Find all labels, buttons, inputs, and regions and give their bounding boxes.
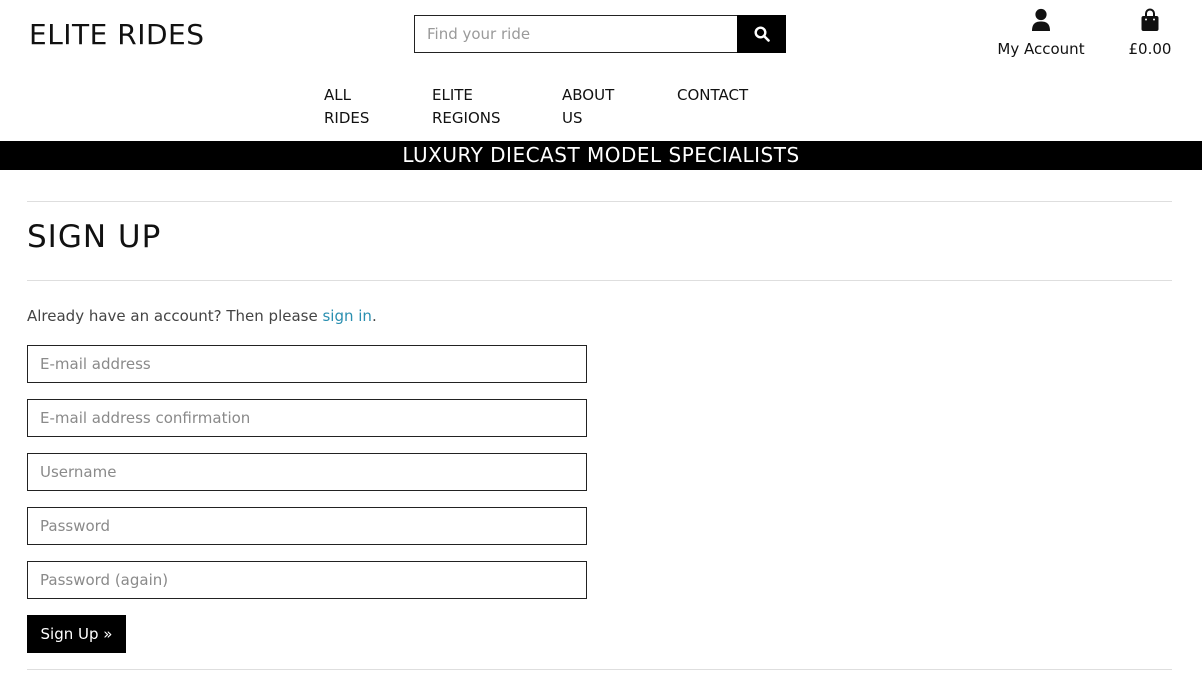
divider	[27, 669, 1172, 670]
nav-all-rides[interactable]: ALL RIDES	[324, 84, 384, 130]
nav-contact-line1: CONTACT	[677, 86, 749, 104]
email-field[interactable]	[27, 345, 587, 383]
bag-total: £0.00	[1128, 40, 1172, 58]
sign-up-button[interactable]: Sign Up »	[27, 615, 126, 653]
my-account-label: My Account	[997, 40, 1085, 58]
search-input[interactable]	[414, 15, 737, 53]
shopping-bag-link[interactable]: £0.00	[1124, 8, 1176, 58]
password-field[interactable]	[27, 507, 587, 545]
nav-elite-regions-line2: REGIONS	[432, 109, 501, 127]
nav-elite-regions[interactable]: ELITE REGIONS	[432, 84, 512, 130]
main-nav: ALL RIDES ELITE REGIONS ABOUT US CONTACT	[0, 84, 1202, 134]
nav-about-us-line1: ABOUT	[562, 86, 615, 104]
nav-all-rides-line1: ALL	[324, 86, 351, 104]
nav-all-rides-line2: RIDES	[324, 109, 370, 127]
shopping-bag-icon	[1140, 8, 1160, 34]
signin-prompt: Already have an account? Then please sig…	[27, 307, 377, 325]
sign-in-link[interactable]: sign in	[322, 307, 371, 325]
search-icon	[753, 26, 770, 42]
search-button[interactable]	[737, 15, 786, 53]
my-account-link[interactable]: My Account	[993, 8, 1089, 58]
signin-prompt-text: Already have an account? Then please	[27, 307, 323, 325]
divider	[27, 280, 1172, 281]
email-confirmation-field[interactable]	[27, 399, 587, 437]
username-field[interactable]	[27, 453, 587, 491]
nav-contact[interactable]: CONTACT	[677, 84, 767, 107]
divider	[27, 201, 1172, 202]
nav-about-us-line2: US	[562, 109, 583, 127]
search-form	[414, 15, 786, 53]
page-title: SIGN UP	[27, 219, 162, 255]
nav-elite-regions-line1: ELITE	[432, 86, 473, 104]
promo-banner: LUXURY DIECAST MODEL SPECIALISTS	[0, 141, 1202, 170]
nav-about-us[interactable]: ABOUT US	[562, 84, 622, 130]
signin-prompt-end: .	[371, 307, 377, 325]
user-icon	[1031, 8, 1051, 34]
site-logo[interactable]: ELITE RIDES	[29, 18, 204, 51]
password-again-field[interactable]	[27, 561, 587, 599]
